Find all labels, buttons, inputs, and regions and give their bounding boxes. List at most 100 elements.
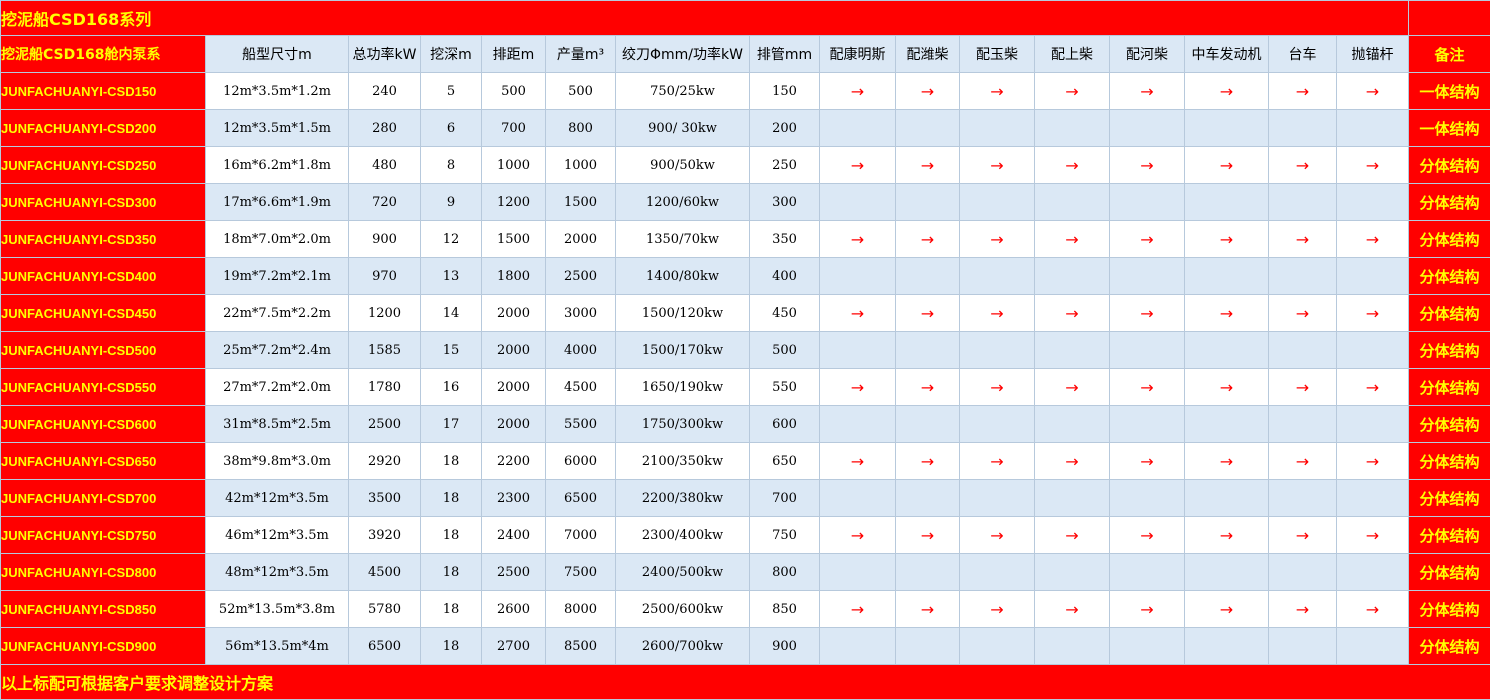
pipe-cell: 500 <box>750 332 820 369</box>
depth-cell: 12 <box>421 221 482 258</box>
power-cell: 280 <box>349 110 421 147</box>
title-row: 挖泥船CSD168系列 <box>1 1 1490 36</box>
pipe-cell: 250 <box>750 147 820 184</box>
table-row: JUNFACHUANYI-CSD45022m*7.5m*2.2m12001420… <box>1 295 1490 332</box>
note-cell: 分体结构 <box>1409 480 1490 517</box>
yuchai-arrow-icon: → <box>960 221 1035 258</box>
weichai-arrow-icon: → <box>896 221 960 258</box>
weichai-arrow-icon: → <box>896 73 960 110</box>
depth-cell: 18 <box>421 554 482 591</box>
yuchai-arrow-icon <box>960 258 1035 295</box>
anchor-arrow-icon: → <box>1337 73 1409 110</box>
anchor-arrow-icon: → <box>1337 147 1409 184</box>
header-pipe: 排管mm <box>750 36 820 73</box>
note-cell: 分体结构 <box>1409 147 1490 184</box>
power-cell: 5780 <box>349 591 421 628</box>
weichai-arrow-icon: → <box>896 517 960 554</box>
cummins-arrow-icon: → <box>820 295 896 332</box>
cutter-cell: 900/50kw <box>616 147 750 184</box>
note-cell: 分体结构 <box>1409 628 1490 665</box>
model-cell: JUNFACHUANYI-CSD400 <box>1 258 206 295</box>
output-cell: 800 <box>546 110 616 147</box>
model-cell: JUNFACHUANYI-CSD700 <box>1 480 206 517</box>
pipe-cell: 750 <box>750 517 820 554</box>
sinotruk-arrow-icon <box>1185 258 1269 295</box>
note-cell: 分体结构 <box>1409 554 1490 591</box>
table-row: JUNFACHUANYI-CSD35018m*7.0m*2.0m90012150… <box>1 221 1490 258</box>
output-cell: 1500 <box>546 184 616 221</box>
cutter-cell: 900/ 30kw <box>616 110 750 147</box>
model-cell: JUNFACHUANYI-CSD200 <box>1 110 206 147</box>
trolley-arrow-icon <box>1269 110 1337 147</box>
note-cell: 分体结构 <box>1409 258 1490 295</box>
power-cell: 2500 <box>349 406 421 443</box>
header-model: 挖泥船CSD168舱内泵系 <box>1 36 206 73</box>
distance-cell: 1500 <box>482 221 546 258</box>
header-row: 挖泥船CSD168舱内泵系 船型尺寸m 总功率kW 挖深m 排距m 产量m³ 绞… <box>1 36 1490 73</box>
distance-cell: 2700 <box>482 628 546 665</box>
table-row: JUNFACHUANYI-CSD75046m*12m*3.5m392018240… <box>1 517 1490 554</box>
trolley-arrow-icon <box>1269 406 1337 443</box>
weichai-arrow-icon: → <box>896 369 960 406</box>
note-cell: 分体结构 <box>1409 332 1490 369</box>
anchor-arrow-icon <box>1337 480 1409 517</box>
hechai-arrow-icon <box>1110 332 1185 369</box>
size-cell: 38m*9.8m*3.0m <box>206 443 349 480</box>
table-row: JUNFACHUANYI-CSD80048m*12m*3.5m450018250… <box>1 554 1490 591</box>
weichai-arrow-icon <box>896 110 960 147</box>
size-cell: 18m*7.0m*2.0m <box>206 221 349 258</box>
size-cell: 12m*3.5m*1.2m <box>206 73 349 110</box>
shangchai-arrow-icon <box>1035 628 1110 665</box>
distance-cell: 2400 <box>482 517 546 554</box>
cutter-cell: 2400/500kw <box>616 554 750 591</box>
weichai-arrow-icon <box>896 554 960 591</box>
hechai-arrow-icon: → <box>1110 591 1185 628</box>
pipe-cell: 150 <box>750 73 820 110</box>
model-cell: JUNFACHUANYI-CSD300 <box>1 184 206 221</box>
anchor-arrow-icon <box>1337 406 1409 443</box>
cutter-cell: 1500/170kw <box>616 332 750 369</box>
trolley-arrow-icon: → <box>1269 73 1337 110</box>
size-cell: 52m*13.5m*3.8m <box>206 591 349 628</box>
hechai-arrow-icon: → <box>1110 221 1185 258</box>
hechai-arrow-icon <box>1110 258 1185 295</box>
cummins-arrow-icon: → <box>820 443 896 480</box>
hechai-arrow-icon: → <box>1110 369 1185 406</box>
size-cell: 42m*12m*3.5m <box>206 480 349 517</box>
output-cell: 2000 <box>546 221 616 258</box>
cummins-arrow-icon <box>820 110 896 147</box>
note-cell: 一体结构 <box>1409 110 1490 147</box>
power-cell: 240 <box>349 73 421 110</box>
hechai-arrow-icon: → <box>1110 295 1185 332</box>
shangchai-arrow-icon <box>1035 406 1110 443</box>
pipe-cell: 800 <box>750 554 820 591</box>
power-cell: 900 <box>349 221 421 258</box>
sinotruk-arrow-icon <box>1185 628 1269 665</box>
shangchai-arrow-icon: → <box>1035 517 1110 554</box>
model-cell: JUNFACHUANYI-CSD350 <box>1 221 206 258</box>
distance-cell: 1800 <box>482 258 546 295</box>
anchor-arrow-icon: → <box>1337 443 1409 480</box>
hechai-arrow-icon <box>1110 406 1185 443</box>
pipe-cell: 550 <box>750 369 820 406</box>
header-distance: 排距m <box>482 36 546 73</box>
depth-cell: 18 <box>421 443 482 480</box>
output-cell: 7500 <box>546 554 616 591</box>
cutter-cell: 1750/300kw <box>616 406 750 443</box>
anchor-arrow-icon <box>1337 110 1409 147</box>
yuchai-arrow-icon <box>960 480 1035 517</box>
sinotruk-arrow-icon: → <box>1185 73 1269 110</box>
spec-table: 挖泥船CSD168系列 挖泥船CSD168舱内泵系 船型尺寸m 总功率kW 挖深… <box>0 0 1490 700</box>
header-shangchai: 配上柴 <box>1035 36 1110 73</box>
trolley-arrow-icon: → <box>1269 443 1337 480</box>
output-cell: 2500 <box>546 258 616 295</box>
cutter-cell: 2500/600kw <box>616 591 750 628</box>
cutter-cell: 2100/350kw <box>616 443 750 480</box>
yuchai-arrow-icon <box>960 110 1035 147</box>
sinotruk-arrow-icon <box>1185 480 1269 517</box>
cutter-cell: 2300/400kw <box>616 517 750 554</box>
depth-cell: 16 <box>421 369 482 406</box>
output-cell: 3000 <box>546 295 616 332</box>
cummins-arrow-icon <box>820 406 896 443</box>
trolley-arrow-icon <box>1269 628 1337 665</box>
